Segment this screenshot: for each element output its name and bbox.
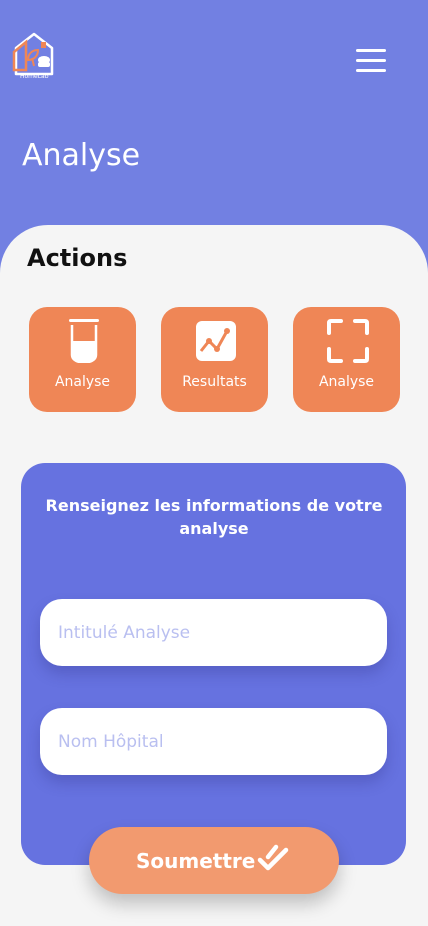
action-card-scan[interactable]: Analyse	[293, 307, 400, 412]
scan-frame-icon	[327, 319, 369, 363]
action-label: Resultats	[182, 374, 247, 390]
hamburger-menu-icon[interactable]	[356, 48, 388, 74]
app-header: HomeLab Analyse	[0, 0, 428, 240]
action-card-analyse[interactable]: Analyse	[29, 307, 136, 412]
test-tube-icon	[69, 319, 99, 363]
action-label: Analyse	[54, 374, 111, 390]
submit-label: Soumettre	[136, 849, 256, 873]
logo-text: HomeLab	[20, 73, 49, 80]
page-title: Analyse	[22, 138, 141, 173]
form-heading: Renseignez les informations de votre ana…	[45, 496, 383, 538]
analysis-title-input[interactable]	[40, 599, 387, 666]
action-card-resultats[interactable]: Resultats	[161, 307, 268, 412]
double-check-icon	[257, 844, 289, 871]
action-label: Analyse	[318, 374, 375, 390]
actions-title: Actions	[27, 244, 128, 272]
chart-icon	[196, 321, 236, 361]
hospital-name-input[interactable]	[40, 708, 387, 775]
submit-button[interactable]: Soumettre	[89, 827, 339, 894]
